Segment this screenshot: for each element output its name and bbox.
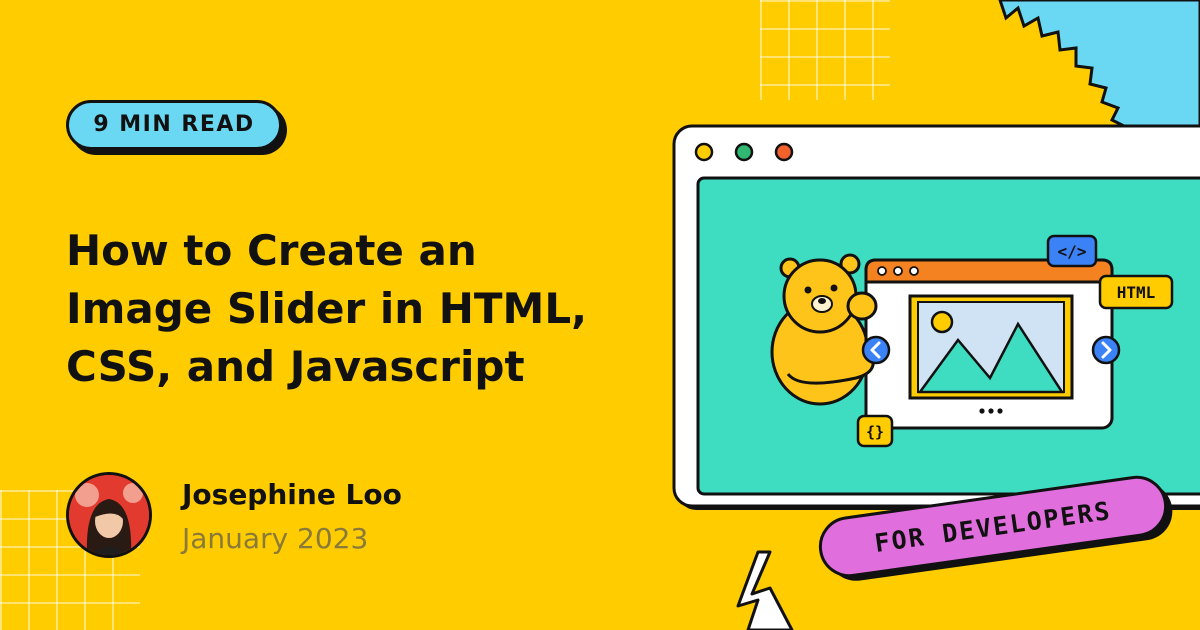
sun-decoration: [998, 0, 1200, 138]
code-tag-badge: </>: [1046, 234, 1098, 268]
braces-tag-badge: {}: [856, 414, 894, 448]
window-dot-yellow: [694, 142, 714, 162]
html-tag-text: HTML: [1117, 283, 1156, 302]
braces-tag-text: {}: [866, 423, 884, 441]
window-dot-green: [734, 142, 754, 162]
slider-window: [864, 258, 1114, 430]
code-tag-text: </>: [1058, 242, 1087, 261]
window-dot-red: [774, 142, 794, 162]
chevron-left-icon[interactable]: [861, 335, 891, 365]
html-tag-badge: HTML: [1098, 274, 1174, 310]
lightning-icon: [736, 550, 794, 630]
chevron-right-icon[interactable]: [1091, 335, 1121, 365]
illustration: </> HTML {} FOR DEVELOPERS: [672, 0, 1200, 630]
